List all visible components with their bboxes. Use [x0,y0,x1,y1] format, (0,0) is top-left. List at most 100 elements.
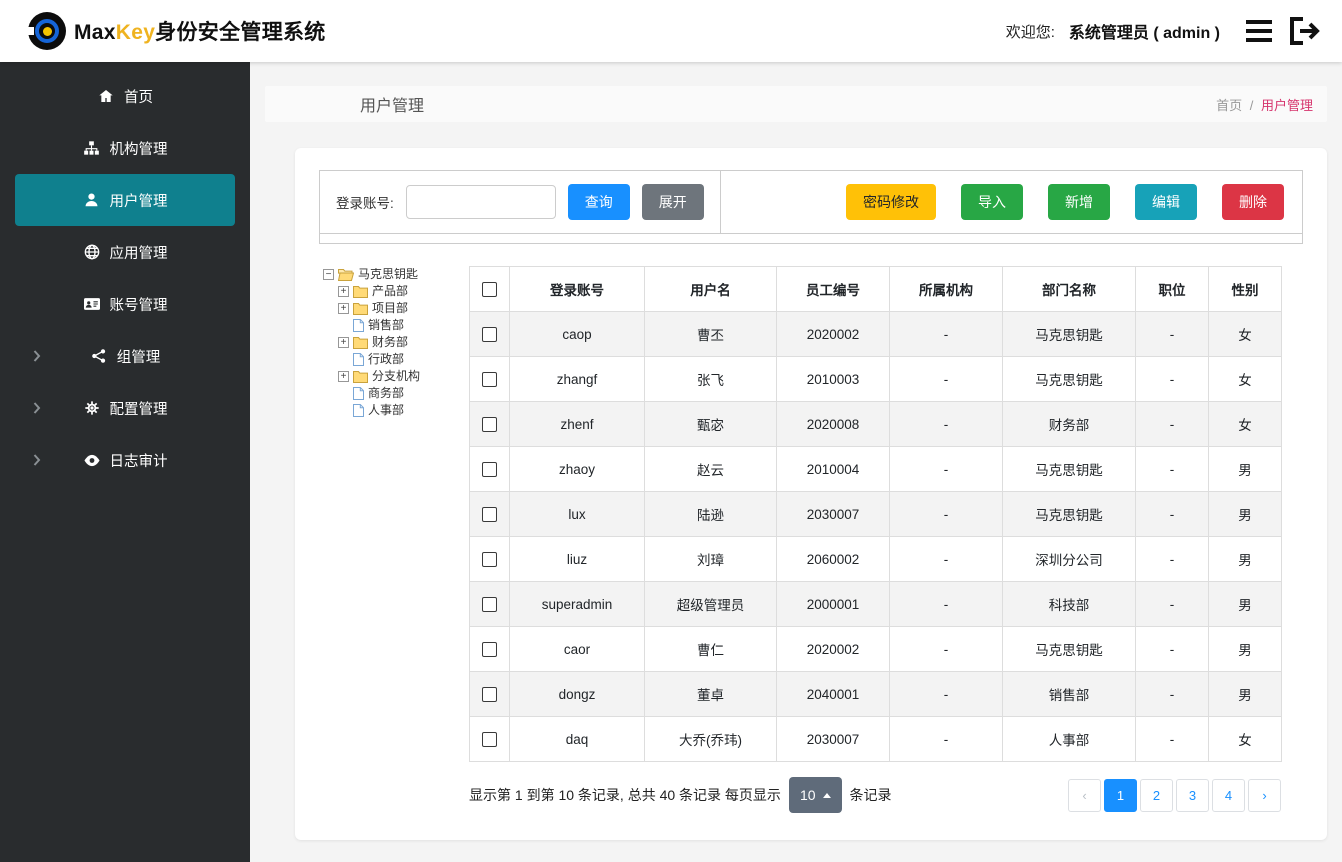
sidebar-item-label: 配置管理 [109,401,168,418]
table-cell: 刘璋 [644,536,777,582]
sidebar-item-sitemap[interactable]: 机构管理 [15,122,235,174]
sidebar-item-gears[interactable]: 配置管理 [15,382,235,434]
table-cell: dongz [509,671,645,717]
tree-toggle-icon[interactable]: + [338,371,349,382]
column-header[interactable]: 职位 [1135,266,1209,312]
page-size-dropdown[interactable]: 10 [788,777,842,813]
table-cell: 2000001 [776,581,890,627]
table-cell: 曹仁 [644,626,777,672]
tree-node[interactable]: + 产品部 [338,283,469,300]
select-all-checkbox[interactable] [482,281,497,297]
pagination-page-2[interactable]: 2 [1140,778,1173,812]
pagination-page-3[interactable]: 3 [1176,778,1209,812]
tree-toggle-icon[interactable]: + [338,337,349,348]
table-cell: - [1135,491,1209,537]
sidebar-item-group[interactable]: 组管理 [15,330,235,382]
table-cell: 甄宓 [644,401,777,447]
table-cell: - [1135,581,1209,627]
breadcrumb-home-link[interactable]: 首页 [1216,98,1242,113]
tree-node[interactable]: − 马克思钥匙 [323,266,469,283]
tree-node[interactable]: 行政部 [338,351,469,368]
table-row[interactable]: dongz 董卓 2040001- 销售部 - 男 [469,671,1282,717]
sidebar-item-eye[interactable]: 日志审计 [15,434,235,486]
table-row[interactable]: zhenf 甄宓 2020008- 财务部 - 女 [469,401,1282,447]
row-checkbox[interactable] [482,416,497,432]
row-checkbox-cell [469,581,510,627]
column-header[interactable]: 用户名 [644,266,777,312]
table-row[interactable]: caop 曹丕 2020002- 马克思钥匙 - 女 [469,311,1282,357]
sidebar-item-label: 用户管理 [109,193,168,210]
brand-key: Key [115,21,156,44]
menu-toggle-icon[interactable] [1244,18,1274,44]
table-cell: 女 [1208,716,1282,762]
table-row[interactable]: superadmin 超级管理员 2000001- 科技部 - 男 [469,581,1282,627]
row-checkbox[interactable] [482,326,497,342]
sidebar-item-home[interactable]: 首页 [15,70,235,122]
table-cell: 2020002 [776,311,890,357]
column-header[interactable]: 所属机构 [889,266,1003,312]
sidebar-item-user[interactable]: 用户管理 [15,174,235,226]
column-header[interactable]: 登录账号 [509,266,645,312]
table-row[interactable]: caor 曹仁 2020002- 马克思钥匙 - 男 [469,626,1282,672]
table-row[interactable]: daq 大乔(乔玮) 2030007- 人事部 - 女 [469,716,1282,762]
search-button[interactable]: 查询 [567,184,630,220]
brand-max: Max [74,21,116,44]
expand-button[interactable]: 展开 [641,184,704,220]
table-cell: 马克思钥匙 [1002,446,1136,492]
tree-node[interactable]: + 分支机构 [338,368,469,385]
table-row[interactable]: zhangf 张飞 2010003- 马克思钥匙 - 女 [469,356,1282,402]
column-header[interactable]: 性别 [1208,266,1282,312]
table-cell: 2020008 [776,401,890,447]
row-checkbox[interactable] [482,686,497,702]
import-button[interactable]: 导入 [961,184,1023,220]
column-header[interactable]: 部门名称 [1002,266,1136,312]
tree-node[interactable]: 人事部 [338,402,469,419]
tree-node[interactable]: + 财务部 [338,334,469,351]
table-cell: - [889,671,1003,717]
tree-toggle-icon[interactable]: + [338,286,349,297]
edit-button[interactable]: 编辑 [1135,184,1197,220]
pagination-next-button[interactable]: › [1248,778,1281,812]
sidebar-item-label: 机构管理 [109,141,168,158]
tree-node[interactable]: + 项目部 [338,300,469,317]
pagination-page-4[interactable]: 4 [1212,778,1245,812]
table-cell: 男 [1208,581,1282,627]
row-checkbox[interactable] [482,506,497,522]
folder-icon [353,302,368,315]
chevron-right-icon [33,402,41,415]
table-cell: 深圳分公司 [1002,536,1136,582]
password-change-button[interactable]: 密码修改 [846,184,936,220]
tree-node-label: 分支机构 [372,369,421,383]
select-all-cell [469,266,510,312]
tree-node[interactable]: 销售部 [338,317,469,334]
table-cell: zhenf [509,401,645,447]
table-footer: 显示第 1 到第 10 条记录, 总共 40 条记录 每页显示 10 条记录 ‹… [469,777,1281,813]
tree-toggle-icon[interactable]: + [338,303,349,314]
summary-suffix: 条记录 [849,787,892,803]
row-checkbox[interactable] [482,731,497,747]
table-row[interactable]: zhaoy 赵云 2010004- 马克思钥匙 - 男 [469,446,1282,492]
login-account-input[interactable] [405,185,556,219]
globe-icon [83,244,101,260]
row-checkbox[interactable] [482,461,497,477]
pagination-prev-button[interactable]: ‹ [1068,778,1101,812]
table-cell: 科技部 [1002,581,1136,627]
sidebar-item-globe[interactable]: 应用管理 [15,226,235,278]
row-checkbox[interactable] [482,371,497,387]
delete-button[interactable]: 删除 [1222,184,1284,220]
table-cell: - [889,581,1003,627]
logout-icon[interactable] [1288,16,1320,46]
row-checkbox[interactable] [482,551,497,567]
add-button[interactable]: 新增 [1048,184,1110,220]
tree-toggle-icon[interactable]: − [323,269,334,280]
table-row[interactable]: liuz 刘璋 2060002- 深圳分公司 - 男 [469,536,1282,582]
row-checkbox[interactable] [482,596,497,612]
pagination-page-1[interactable]: 1 [1104,778,1137,812]
users-table: 登录账号 用户名 员工编号 所属机构 部门名称 职位 性别 caop 曹丕 2020002- 马克… [469,266,1282,762]
table-row[interactable]: lux 陆逊 2030007- 马克思钥匙 - 男 [469,491,1282,537]
table-cell: - [889,536,1003,582]
sidebar-item-idcard[interactable]: 账号管理 [15,278,235,330]
tree-node[interactable]: 商务部 [338,385,469,402]
column-header[interactable]: 员工编号 [776,266,890,312]
row-checkbox[interactable] [482,641,497,657]
